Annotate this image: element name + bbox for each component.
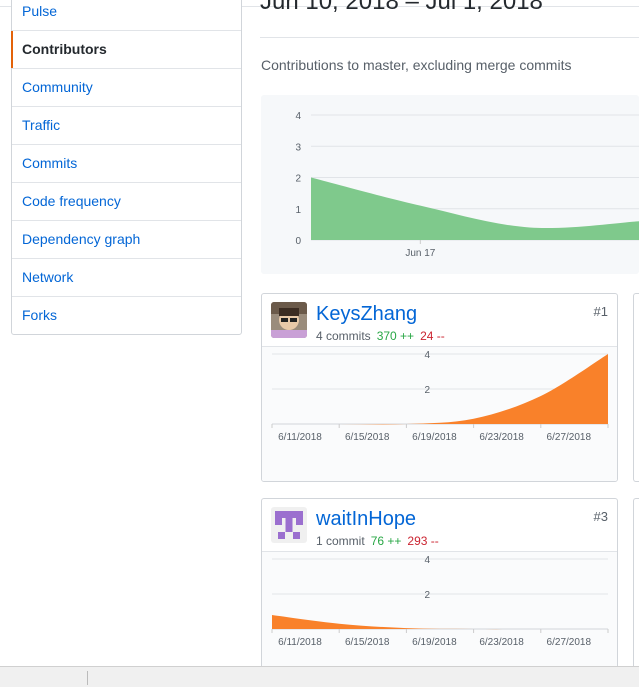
y-tick-label: 4 (424, 350, 430, 361)
commit-count[interactable]: 4 commits (316, 329, 371, 343)
x-tick-label: 6/11/2018 (278, 432, 322, 443)
x-tick-label: 6/15/2018 (345, 432, 390, 443)
contributor-rank: #3 (594, 509, 608, 524)
y-tick-label: 0 (295, 236, 301, 247)
contributions-subtitle: Contributions to master, excluding merge… (261, 57, 571, 73)
contributor-chart-svg: 4 2 6/11/2018 6/15/2018 6/19/2018 6/23/2018 6/… (262, 347, 617, 481)
contributor-card-header: KeysZhang 4 commits 370 ++ 24 -- #1 (262, 294, 617, 347)
next-card-edge (633, 498, 639, 687)
contributor-name-link[interactable]: KeysZhang (316, 303, 417, 326)
deletions-count: 24 -- (420, 329, 445, 343)
contributions-chart-svg: 4 3 2 1 0 Jun 17 (261, 95, 639, 274)
contributor-stats: 4 commits 370 ++ 24 -- (316, 329, 445, 343)
x-tick-label: 6/27/2018 (547, 637, 592, 648)
contributor-card-header: waitInHope 1 commit 76 ++ 293 -- #3 (262, 499, 617, 552)
date-range-title: Jun 10, 2018 – Jul 1, 2018 (260, 0, 543, 16)
sidebar-item-forks[interactable]: Forks (12, 297, 241, 334)
y-tick-label: 4 (424, 555, 430, 566)
deletions-count: 293 -- (407, 534, 438, 548)
additions-count: 370 ++ (377, 329, 414, 343)
status-bar-divider (87, 671, 88, 685)
x-tick-label: Jun 17 (405, 248, 435, 259)
y-tick-label: 4 (295, 111, 301, 122)
x-tick-label: 6/11/2018 (278, 637, 322, 648)
y-tick-label: 1 (295, 205, 301, 216)
additions-count: 76 ++ (371, 534, 402, 548)
sidebar-item-network[interactable]: Network (12, 259, 241, 297)
commit-count[interactable]: 1 commit (316, 534, 365, 548)
y-tick-label: 2 (295, 174, 301, 185)
x-tick-label: 6/23/2018 (479, 432, 524, 443)
user-photo-icon[interactable] (271, 302, 307, 338)
y-tick-label: 2 (424, 385, 430, 396)
x-tick-label: 6/27/2018 (547, 432, 592, 443)
contributions-chart[interactable]: 4 3 2 1 0 Jun 17 (261, 95, 639, 274)
status-bar (0, 666, 639, 687)
sidebar-item-code-frequency[interactable]: Code frequency (12, 183, 241, 221)
x-tick-label: 6/19/2018 (412, 637, 457, 648)
next-card-edge (633, 293, 639, 482)
sidebar-item-pulse[interactable]: Pulse (12, 0, 241, 31)
contributor-card: waitInHope 1 commit 76 ++ 293 -- #3 4 2 6/11… (261, 498, 618, 687)
x-tick-label: 6/15/2018 (345, 637, 390, 648)
sidebar-item-dependency-graph[interactable]: Dependency graph (12, 221, 241, 259)
y-tick-label: 3 (295, 142, 301, 153)
x-tick-label: 6/19/2018 (412, 432, 457, 443)
sidebar-item-contributors[interactable]: Contributors (12, 31, 241, 69)
x-tick-label: 6/23/2018 (479, 637, 524, 648)
contributor-rank: #1 (594, 304, 608, 319)
contributor-stats: 1 commit 76 ++ 293 -- (316, 534, 439, 548)
sidebar-item-commits[interactable]: Commits (12, 145, 241, 183)
header-divider (260, 37, 639, 38)
series-area (272, 615, 608, 629)
sidebar-item-community[interactable]: Community (12, 69, 241, 107)
sidebar-item-traffic[interactable]: Traffic (12, 107, 241, 145)
contributor-name-link[interactable]: waitInHope (316, 508, 416, 531)
insights-sidebar: PulseContributorsCommunityTrafficCommits… (11, 0, 242, 335)
contributor-card: KeysZhang 4 commits 370 ++ 24 -- #1 4 2 6/11… (261, 293, 618, 482)
identicon-icon[interactable] (271, 507, 307, 543)
y-tick-label: 2 (424, 590, 430, 601)
contributor-chart: 4 2 6/11/2018 6/15/2018 6/19/2018 6/23/2018 6/… (262, 347, 617, 481)
